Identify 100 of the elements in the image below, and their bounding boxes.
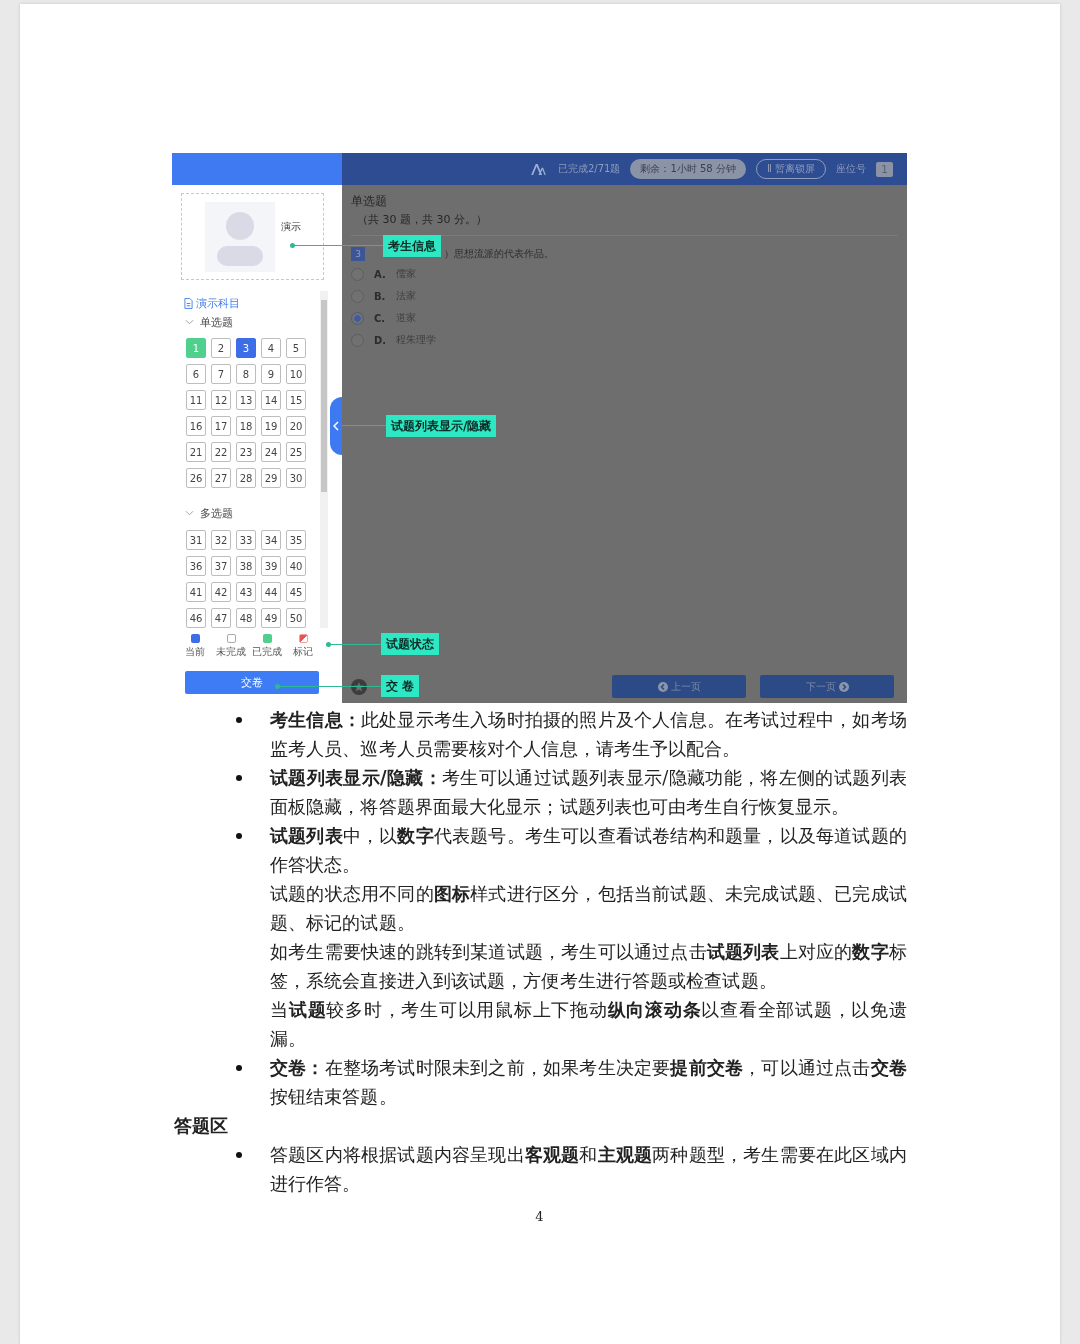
section-title: 单选题 <box>351 193 388 209</box>
question-number[interactable]: 49 <box>261 608 281 628</box>
collapse-tab[interactable] <box>330 397 342 455</box>
question-number[interactable]: 8 <box>236 364 256 384</box>
paragraph: 当试题较多时，考生可以用鼠标上下拖动纵向滚动条以查看全部试题，以免遗漏。 <box>270 998 907 1051</box>
question-number[interactable]: 35 <box>286 530 306 550</box>
question-number[interactable]: 4 <box>261 338 281 358</box>
bullet-icon <box>236 1065 242 1071</box>
question-number[interactable]: 25 <box>286 442 306 462</box>
question-number[interactable]: 38 <box>236 556 256 576</box>
status-swatch-icon <box>190 634 200 643</box>
paragraph: 试题列表显示/隐藏：考生可以通过试题列表显示/隐藏功能，将左侧的试题列表面板隐藏，将答题界面最大化显示；试题列表也可由考生自行恢复显示。 <box>270 766 907 819</box>
section-summary: （共 30 题，共 30 分。） <box>357 212 488 228</box>
bullet-icon <box>236 775 242 781</box>
question-number[interactable]: 2 <box>211 338 231 358</box>
bullet-icon <box>236 717 242 723</box>
question-number[interactable]: 7 <box>211 364 231 384</box>
question-number[interactable]: 22 <box>211 442 231 462</box>
chevron-left-icon <box>657 681 668 692</box>
font-size-icon[interactable] <box>530 163 546 175</box>
question-number[interactable]: 32 <box>211 530 231 550</box>
question-number[interactable]: 21 <box>186 442 206 462</box>
question-number[interactable]: 5 <box>286 338 306 358</box>
option-letter: D. <box>374 334 388 346</box>
scrollbar[interactable] <box>320 291 328 628</box>
bullet-icon <box>236 1152 242 1158</box>
question-number[interactable]: 17 <box>211 416 231 436</box>
paragraph: 答题区内将根据试题内容呈现出客观题和主观题两种题型，考生需要在此区域内进行作答。 <box>270 1143 907 1196</box>
subject-title[interactable]: 演示科目 <box>196 295 240 311</box>
question-number[interactable]: 33 <box>236 530 256 550</box>
scroll-thumb[interactable] <box>321 300 327 492</box>
page-number: 4 <box>534 1209 545 1224</box>
question-number[interactable]: 11 <box>186 390 206 410</box>
legend-label: 已完成 <box>252 645 282 659</box>
paragraph: 考生信息：此处显示考生入场时拍摄的照片及个人信息。在考试过程中，如考场监考人员、巡考人员需要核对个人信息，请考生予以配合。 <box>270 708 907 761</box>
callout-label: 试题列表显示/隐藏 <box>386 415 497 437</box>
question-number[interactable]: 41 <box>186 582 206 602</box>
status-swatch-icon <box>298 634 308 643</box>
question-number[interactable]: 18 <box>236 416 256 436</box>
progress-text: 已完成2/71题 <box>557 162 621 176</box>
question-number[interactable]: 19 <box>261 416 281 436</box>
option-letter: B. <box>374 290 387 302</box>
question-number[interactable]: 9 <box>261 364 281 384</box>
question-number[interactable]: 37 <box>211 556 231 576</box>
question-number[interactable]: 36 <box>186 556 206 576</box>
question-number[interactable]: 40 <box>286 556 306 576</box>
question-number[interactable]: 30 <box>286 468 306 488</box>
submit-button[interactable]: 交卷 <box>185 671 319 694</box>
question-number[interactable]: 27 <box>211 468 231 488</box>
paragraph: 试题的状态用不同的图标样式进行区分，包括当前试题、未完成试题、已完成试题、标记的试题。 <box>270 882 907 935</box>
question-number[interactable]: 43 <box>236 582 256 602</box>
question-number[interactable]: 3 <box>236 338 256 358</box>
legend-label: 未完成 <box>216 645 246 659</box>
question-number[interactable]: 10 <box>286 364 306 384</box>
section-title: 单选题 <box>200 314 233 330</box>
question-number[interactable]: 20 <box>286 416 306 436</box>
question-number[interactable]: 47 <box>211 608 231 628</box>
question-number[interactable]: 23 <box>236 442 256 462</box>
paragraph: 交卷：在整场考试时限未到之前，如果考生决定要提前交卷，可以通过点击交卷按钮结束答题。 <box>270 1056 907 1109</box>
question-number[interactable]: 44 <box>261 582 281 602</box>
seat-label: 座位号 <box>836 162 866 176</box>
chevron-right-icon <box>838 681 849 692</box>
bullet-icon <box>236 833 242 839</box>
question-number[interactable]: 24 <box>261 442 281 462</box>
callout-label: 交 卷 <box>381 675 420 697</box>
time-remaining-pill: 剩余：1小时 58 分钟 <box>630 159 746 179</box>
paragraph: 试题列表中，以数字代表题号。考生可以查看试卷结构和题量，以及每道试题的作答状态。 <box>270 824 907 877</box>
callout-label: 试题状态 <box>381 633 439 655</box>
chevron-icon[interactable] <box>185 319 194 325</box>
chevron-left-icon <box>333 421 339 431</box>
question-number[interactable]: 29 <box>261 468 281 488</box>
question-number[interactable]: 13 <box>236 390 256 410</box>
question-number[interactable]: 46 <box>186 608 206 628</box>
question-number[interactable]: 28 <box>236 468 256 488</box>
question-number[interactable]: 26 <box>186 468 206 488</box>
radio-button[interactable] <box>351 311 364 325</box>
chevron-icon[interactable] <box>185 510 194 516</box>
candidate-name: 演示 <box>281 219 301 234</box>
legend-label: 标记 <box>293 645 313 659</box>
question-number[interactable]: 45 <box>286 582 306 602</box>
question-number[interactable]: 50 <box>286 608 306 628</box>
question-number[interactable]: 39 <box>261 556 281 576</box>
question-number[interactable]: 42 <box>211 582 231 602</box>
option-letter: A. <box>374 268 387 280</box>
question-number[interactable]: 16 <box>186 416 206 436</box>
question-number[interactable]: 15 <box>286 390 306 410</box>
option-letter: C. <box>374 312 387 324</box>
legend-label: 当前 <box>185 645 205 659</box>
question-number[interactable]: 14 <box>261 390 281 410</box>
question-number[interactable]: 34 <box>261 530 281 550</box>
callout-label: 考生信息 <box>383 235 441 257</box>
avatar-icon <box>205 201 275 272</box>
question-number[interactable]: 6 <box>186 364 206 384</box>
status-swatch-icon <box>262 634 272 643</box>
section-heading: 答题区 <box>174 1114 229 1138</box>
section-title: 多选题 <box>200 505 233 521</box>
question-number[interactable]: 12 <box>211 390 231 410</box>
question-number[interactable]: 48 <box>236 608 256 628</box>
question-number[interactable]: 31 <box>186 530 206 550</box>
paragraph: 如考生需要快速的跳转到某道试题，考生可以通过点击试题列表上对应的数字标签，系统会直接进入到该试题，方便考生进行答题或检查试题。 <box>270 940 907 993</box>
